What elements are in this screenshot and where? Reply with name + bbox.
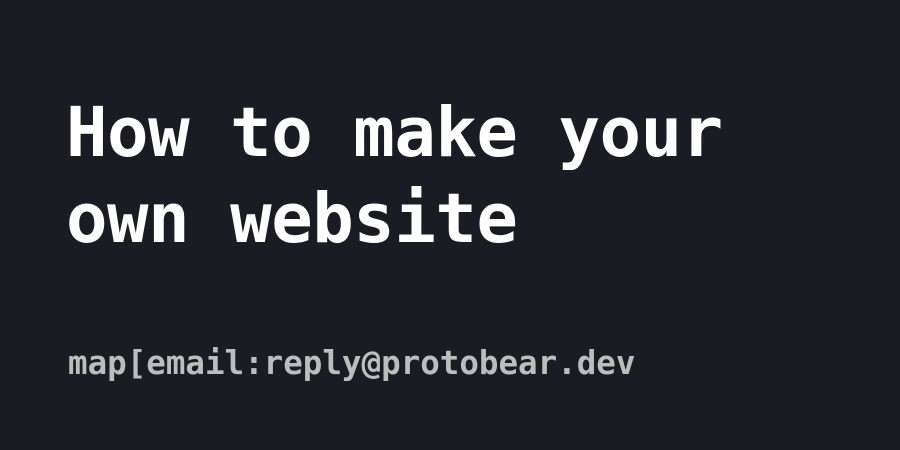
contact-email-text: map[email:reply@protobear.dev <box>68 344 636 382</box>
page-title: How to make your own website <box>66 93 764 259</box>
social-share-card: How to make your own website map[email:r… <box>0 0 900 450</box>
